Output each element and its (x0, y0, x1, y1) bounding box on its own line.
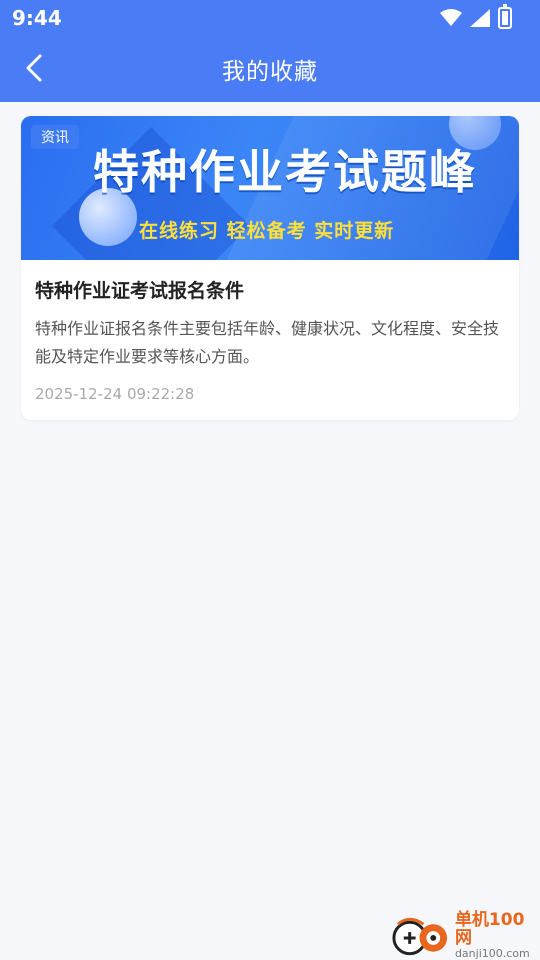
chevron-left-icon (26, 54, 42, 82)
watermark-url: danji100.com (454, 947, 530, 960)
status-bar: 9:44 (0, 0, 540, 36)
category-tag: 资讯 (31, 125, 79, 149)
banner-subtitle: 在线练习 轻松备考 实时更新 (139, 220, 395, 242)
watermark: 单机100网 danji100.com (390, 911, 540, 960)
watermark-logo-icon (392, 917, 448, 956)
page-title: 我的收藏 (222, 59, 318, 85)
card-body: 特种作业证考试报名条件 特种作业证报名条件主要包括年龄、健康状况、文化程度、安全… (21, 276, 519, 403)
watermark-text: 单机100网 danji100.com (455, 911, 540, 960)
favorite-card[interactable]: 资讯 特种作业考试题峰 在线练习 轻松备考 实时更新 特种作业证考试报名条件 特… (21, 116, 519, 420)
watermark-name: 单机100网 (454, 910, 525, 948)
back-button[interactable] (14, 48, 54, 88)
wifi-icon (440, 9, 462, 26)
article-title: 特种作业证考试报名条件 (35, 280, 245, 302)
status-time: 9:44 (12, 6, 62, 30)
signal-icon (470, 9, 490, 27)
banner-title: 特种作业考试题峰 (93, 145, 477, 199)
battery-icon (498, 4, 512, 29)
article-summary: 特种作业证报名条件主要包括年龄、健康状况、文化程度、安全技能及特定作业要求等核心… (35, 319, 500, 366)
article-banner: 资讯 特种作业考试题峰 在线练习 轻松备考 实时更新 (21, 116, 519, 260)
article-time: 2025-12-24 09:22:28 (35, 385, 195, 403)
app-bar: 我的收藏 (0, 36, 540, 102)
status-icons (440, 4, 512, 29)
